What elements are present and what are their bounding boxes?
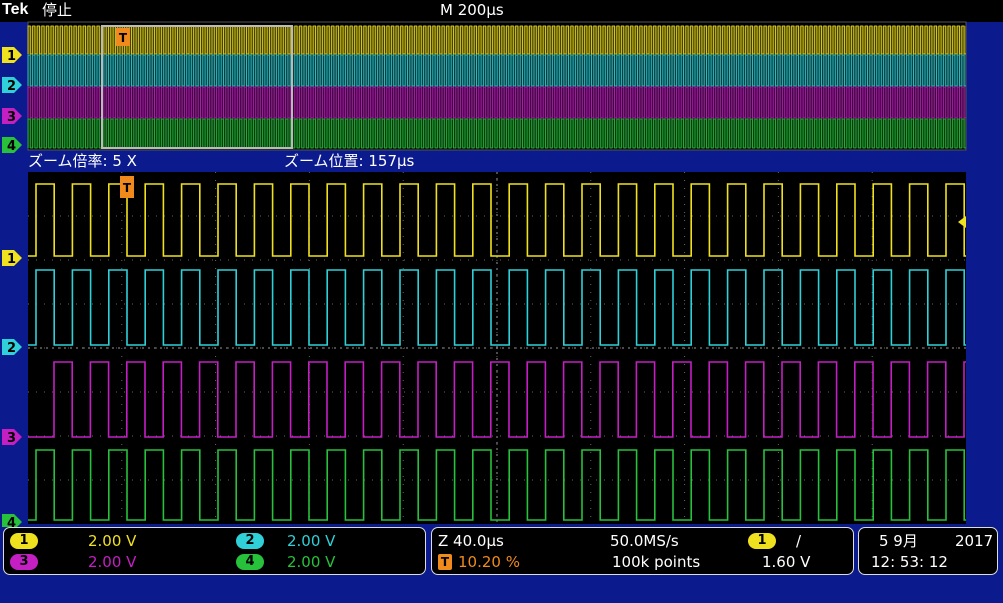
overview-ch1-marker-label: 1 [7,49,16,64]
date-readout: 5 9月 [879,532,918,550]
zoom-info-row: ズーム倍率: 5 X ズーム位置: 157µs [28,151,968,171]
zoom-ch1-marker-label: 1 [7,252,16,267]
horizontal-trigger-panel[interactable]: Z 40.0µs T 10.20 % 50.0MS/s 100k points … [431,527,854,575]
trigger-position-icon: T [438,554,452,570]
trigger-marker-label: T [123,181,132,195]
ch2-scale[interactable]: 2.00 V [287,532,335,550]
ch3-scale[interactable]: 2.00 V [88,553,136,571]
channel-readout-panel[interactable]: 1 2.00 V 2 2.00 V 3 2.00 V 4 2.00 V [3,527,426,575]
ch2-badge[interactable]: 2 [236,533,264,549]
record-length-readout[interactable]: 100k points [612,553,700,571]
zoom-factor-readout[interactable]: ズーム倍率: 5 X [28,151,137,171]
waveform-display[interactable]: 1 2 3 4 1 2 3 4 T T [0,0,1003,527]
ch4-scale[interactable]: 2.00 V [287,553,335,571]
trigger-level-readout[interactable]: 1.60 V [762,553,810,571]
zoom-ch4-marker-label: 4 [7,516,16,527]
zoom-ch3-marker-label: 3 [7,431,16,446]
overview-ch4-marker-label: 4 [7,139,16,154]
ch1-scale[interactable]: 2.00 V [88,532,136,550]
time-readout: 12: 53: 12 [871,553,948,571]
ch1-badge[interactable]: 1 [10,533,38,549]
date-time-panel: 5 9月 2017 12: 53: 12 [858,527,998,575]
trigger-marker-label: T [119,31,128,45]
trigger-position-readout[interactable]: 10.20 % [458,553,520,571]
overview-ch3-marker-label: 3 [7,110,16,125]
year-readout: 2017 [955,532,994,550]
ch3-badge[interactable]: 3 [10,554,38,570]
sample-rate-readout: 50.0MS/s [610,532,679,550]
zoom-scale-readout[interactable]: Z 40.0µs [438,532,504,550]
zoom-ch2-marker-label: 2 [7,341,16,356]
ch4-badge[interactable]: 4 [236,554,264,570]
zoom-position-readout[interactable]: ズーム位置: 157µs [284,151,414,171]
overview-ch2-marker-label: 2 [7,79,16,94]
trigger-source-badge[interactable]: 1 [748,533,776,549]
trigger-slope-icon[interactable]: / [796,532,801,550]
